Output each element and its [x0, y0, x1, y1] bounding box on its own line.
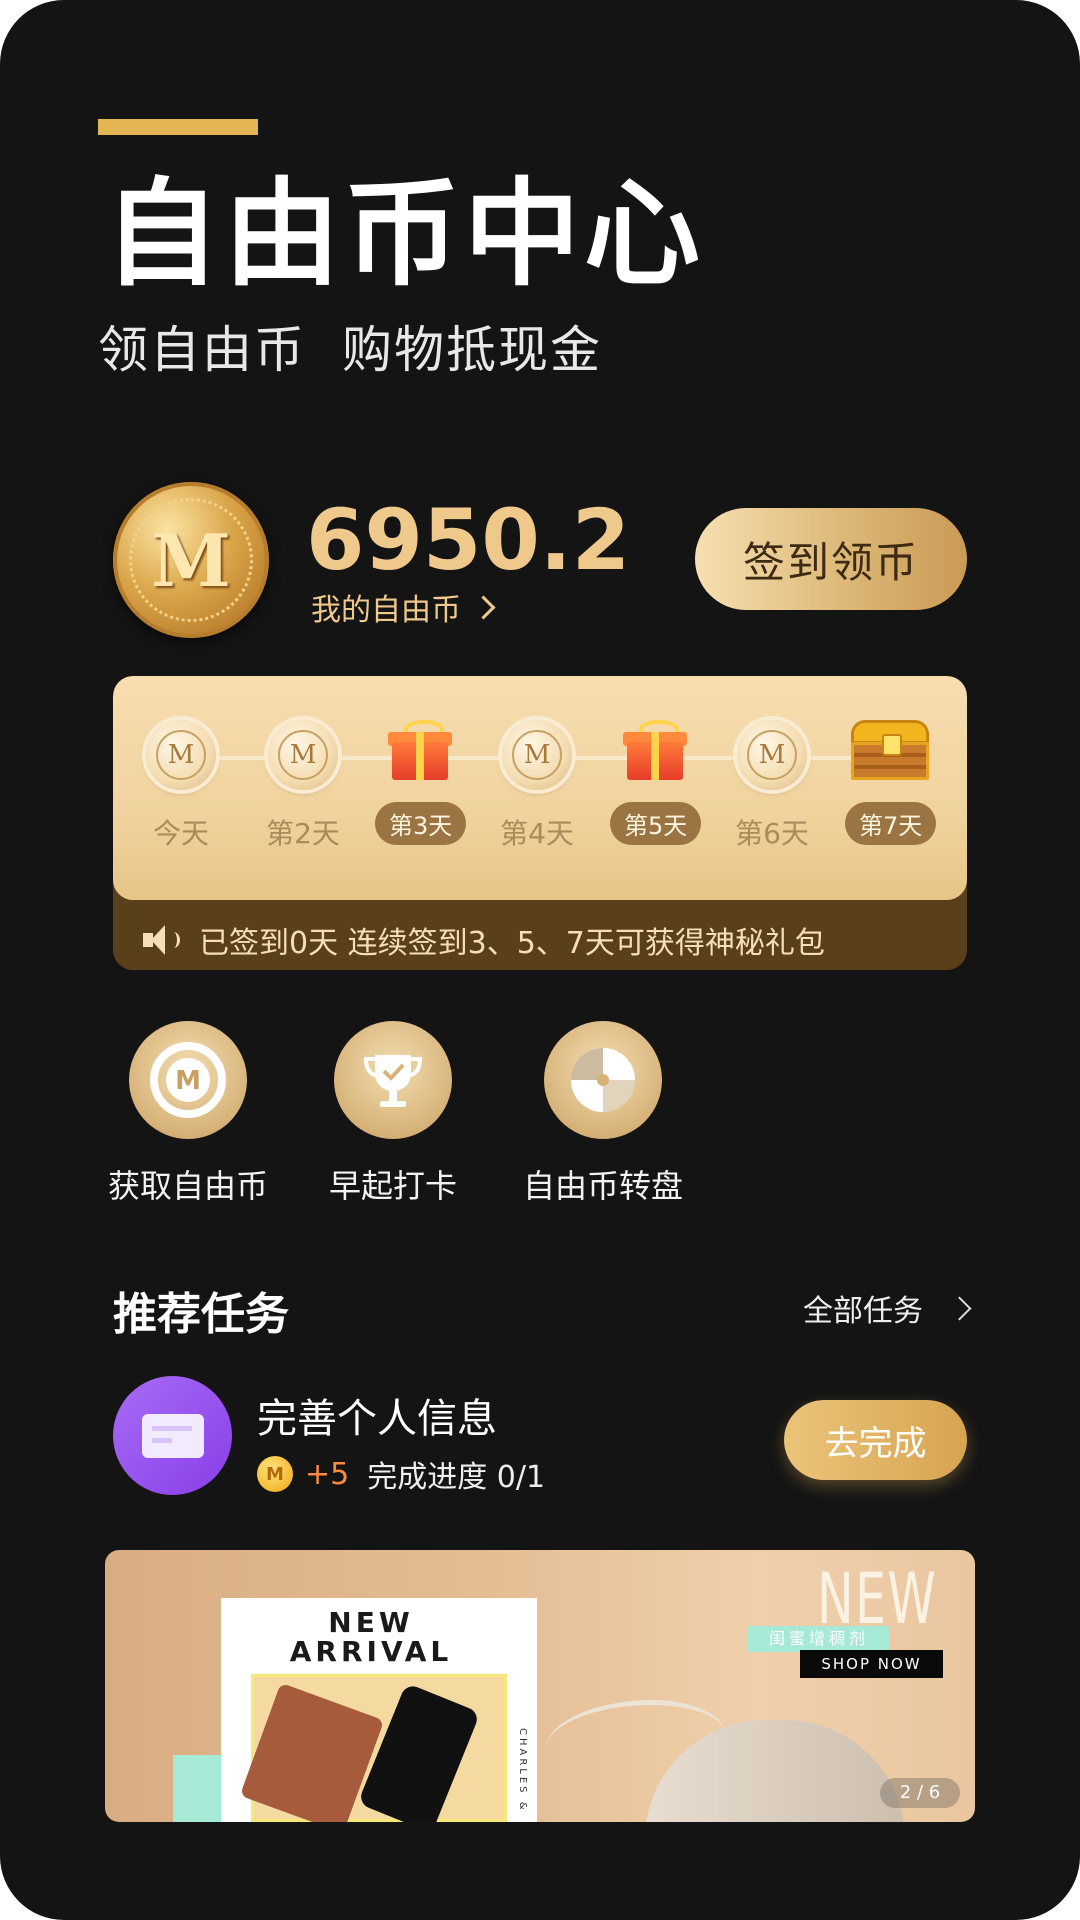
task-name: 完善个人信息	[257, 1396, 497, 1442]
trophy-icon	[334, 1021, 452, 1139]
m-coin-icon: M	[502, 720, 572, 790]
notice-text: 已签到0天 连续签到3、5、7天可获得神秘礼包	[199, 926, 825, 961]
task-progress: 完成进度 0/1	[367, 1460, 546, 1495]
day-label: 第2天	[266, 817, 340, 850]
promo-banner[interactable]: NEW ARRIVAL CHARLES & NEW 闺蜜增稠剂 SHOP NOW…	[105, 1550, 975, 1822]
sign-in-button[interactable]: 签到领币	[695, 508, 967, 610]
my-coins-label: 我的自由币	[311, 593, 461, 628]
checkin-day-5: 第5天	[610, 720, 702, 845]
checkin-notice: 已签到0天 连续签到3、5、7天可获得神秘礼包	[143, 918, 825, 962]
m-coin-icon: M	[146, 720, 216, 790]
checkin-day-1: M 今天	[136, 720, 226, 852]
brand-side-text: CHARLES &	[517, 1728, 528, 1813]
screen: 自由币中心 领自由币 购物抵现金 M 6950.2 我的自由币 签到领币 M 今天…	[0, 0, 1080, 1920]
m-coin-icon: M	[737, 720, 807, 790]
shop-now-label: SHOP NOW	[800, 1650, 943, 1678]
day-label: 第6天	[735, 817, 809, 850]
day-badge: 第5天	[610, 802, 702, 845]
feature-label: 自由币转盘	[522, 1167, 683, 1205]
all-tasks-link[interactable]: 全部任务	[803, 1286, 972, 1330]
checkin-day-6: M 第6天	[727, 720, 817, 852]
my-coins-link[interactable]: 我的自由币	[311, 585, 496, 629]
feature-coin-wheel[interactable]: 自由币转盘	[503, 1021, 703, 1207]
id-card-icon	[113, 1376, 232, 1495]
section-title: 推荐任务	[113, 1289, 289, 1340]
subtitle-part-2: 购物抵现金	[342, 321, 602, 379]
treasure-chest-icon	[851, 720, 929, 780]
gold-coin-icon: M	[113, 482, 269, 638]
all-tasks-label: 全部任务	[803, 1294, 923, 1329]
feature-label: 早起打卡	[328, 1167, 457, 1205]
m-coin-icon: M	[268, 720, 338, 790]
checkin-panel: M 今天 M 第2天 第3天 M 第4天 第5天 M 第6天 第7天 已签到0天…	[113, 676, 967, 970]
svg-text:M: M	[175, 1066, 201, 1096]
checkin-day-2: M 第2天	[258, 720, 348, 852]
checkin-track: M 今天 M 第2天 第3天 M 第4天 第5天 M 第6天 第7天	[113, 676, 967, 900]
feature-early-checkin[interactable]: 早起打卡	[293, 1021, 493, 1207]
feature-get-coins[interactable]: M 获取自由币	[88, 1021, 288, 1207]
m-coin-icon: M	[129, 1021, 247, 1139]
checkin-day-3: 第3天	[375, 720, 467, 845]
gift-icon	[388, 720, 452, 780]
page-subtitle: 领自由币 购物抵现金	[98, 320, 638, 380]
subtitle-part-1: 领自由币	[98, 321, 306, 379]
banner-tag: 闺蜜增稠剂	[748, 1626, 890, 1652]
checkin-day-4: M 第4天	[492, 720, 582, 852]
card-title: NEW ARRIVAL	[289, 1606, 453, 1669]
task-reward: +5	[305, 1456, 350, 1492]
gift-icon	[623, 720, 687, 780]
task-meta: M +5 完成进度 0/1	[257, 1452, 545, 1496]
day-label: 今天	[152, 817, 209, 850]
speaker-icon	[143, 923, 180, 957]
coin-letter: M	[129, 498, 253, 622]
chevron-right-icon	[471, 594, 496, 620]
coin-balance: 6950.2	[306, 491, 631, 589]
accent-bar	[98, 119, 258, 135]
spin-wheel-icon	[544, 1021, 662, 1139]
day-badge: 第3天	[375, 802, 467, 845]
complete-task-button[interactable]: 去完成	[784, 1400, 967, 1480]
feature-label: 获取自由币	[107, 1167, 268, 1205]
chevron-right-icon	[947, 1295, 972, 1321]
day-badge: 第7天	[845, 802, 937, 845]
page-title: 自由币中心	[104, 167, 704, 302]
checkin-day-7: 第7天	[845, 720, 937, 845]
new-arrival-card: NEW ARRIVAL CHARLES &	[221, 1598, 537, 1822]
day-label: 第4天	[500, 817, 574, 850]
banner-pager: 2 / 6	[880, 1778, 960, 1808]
coin-icon: M	[257, 1456, 293, 1492]
